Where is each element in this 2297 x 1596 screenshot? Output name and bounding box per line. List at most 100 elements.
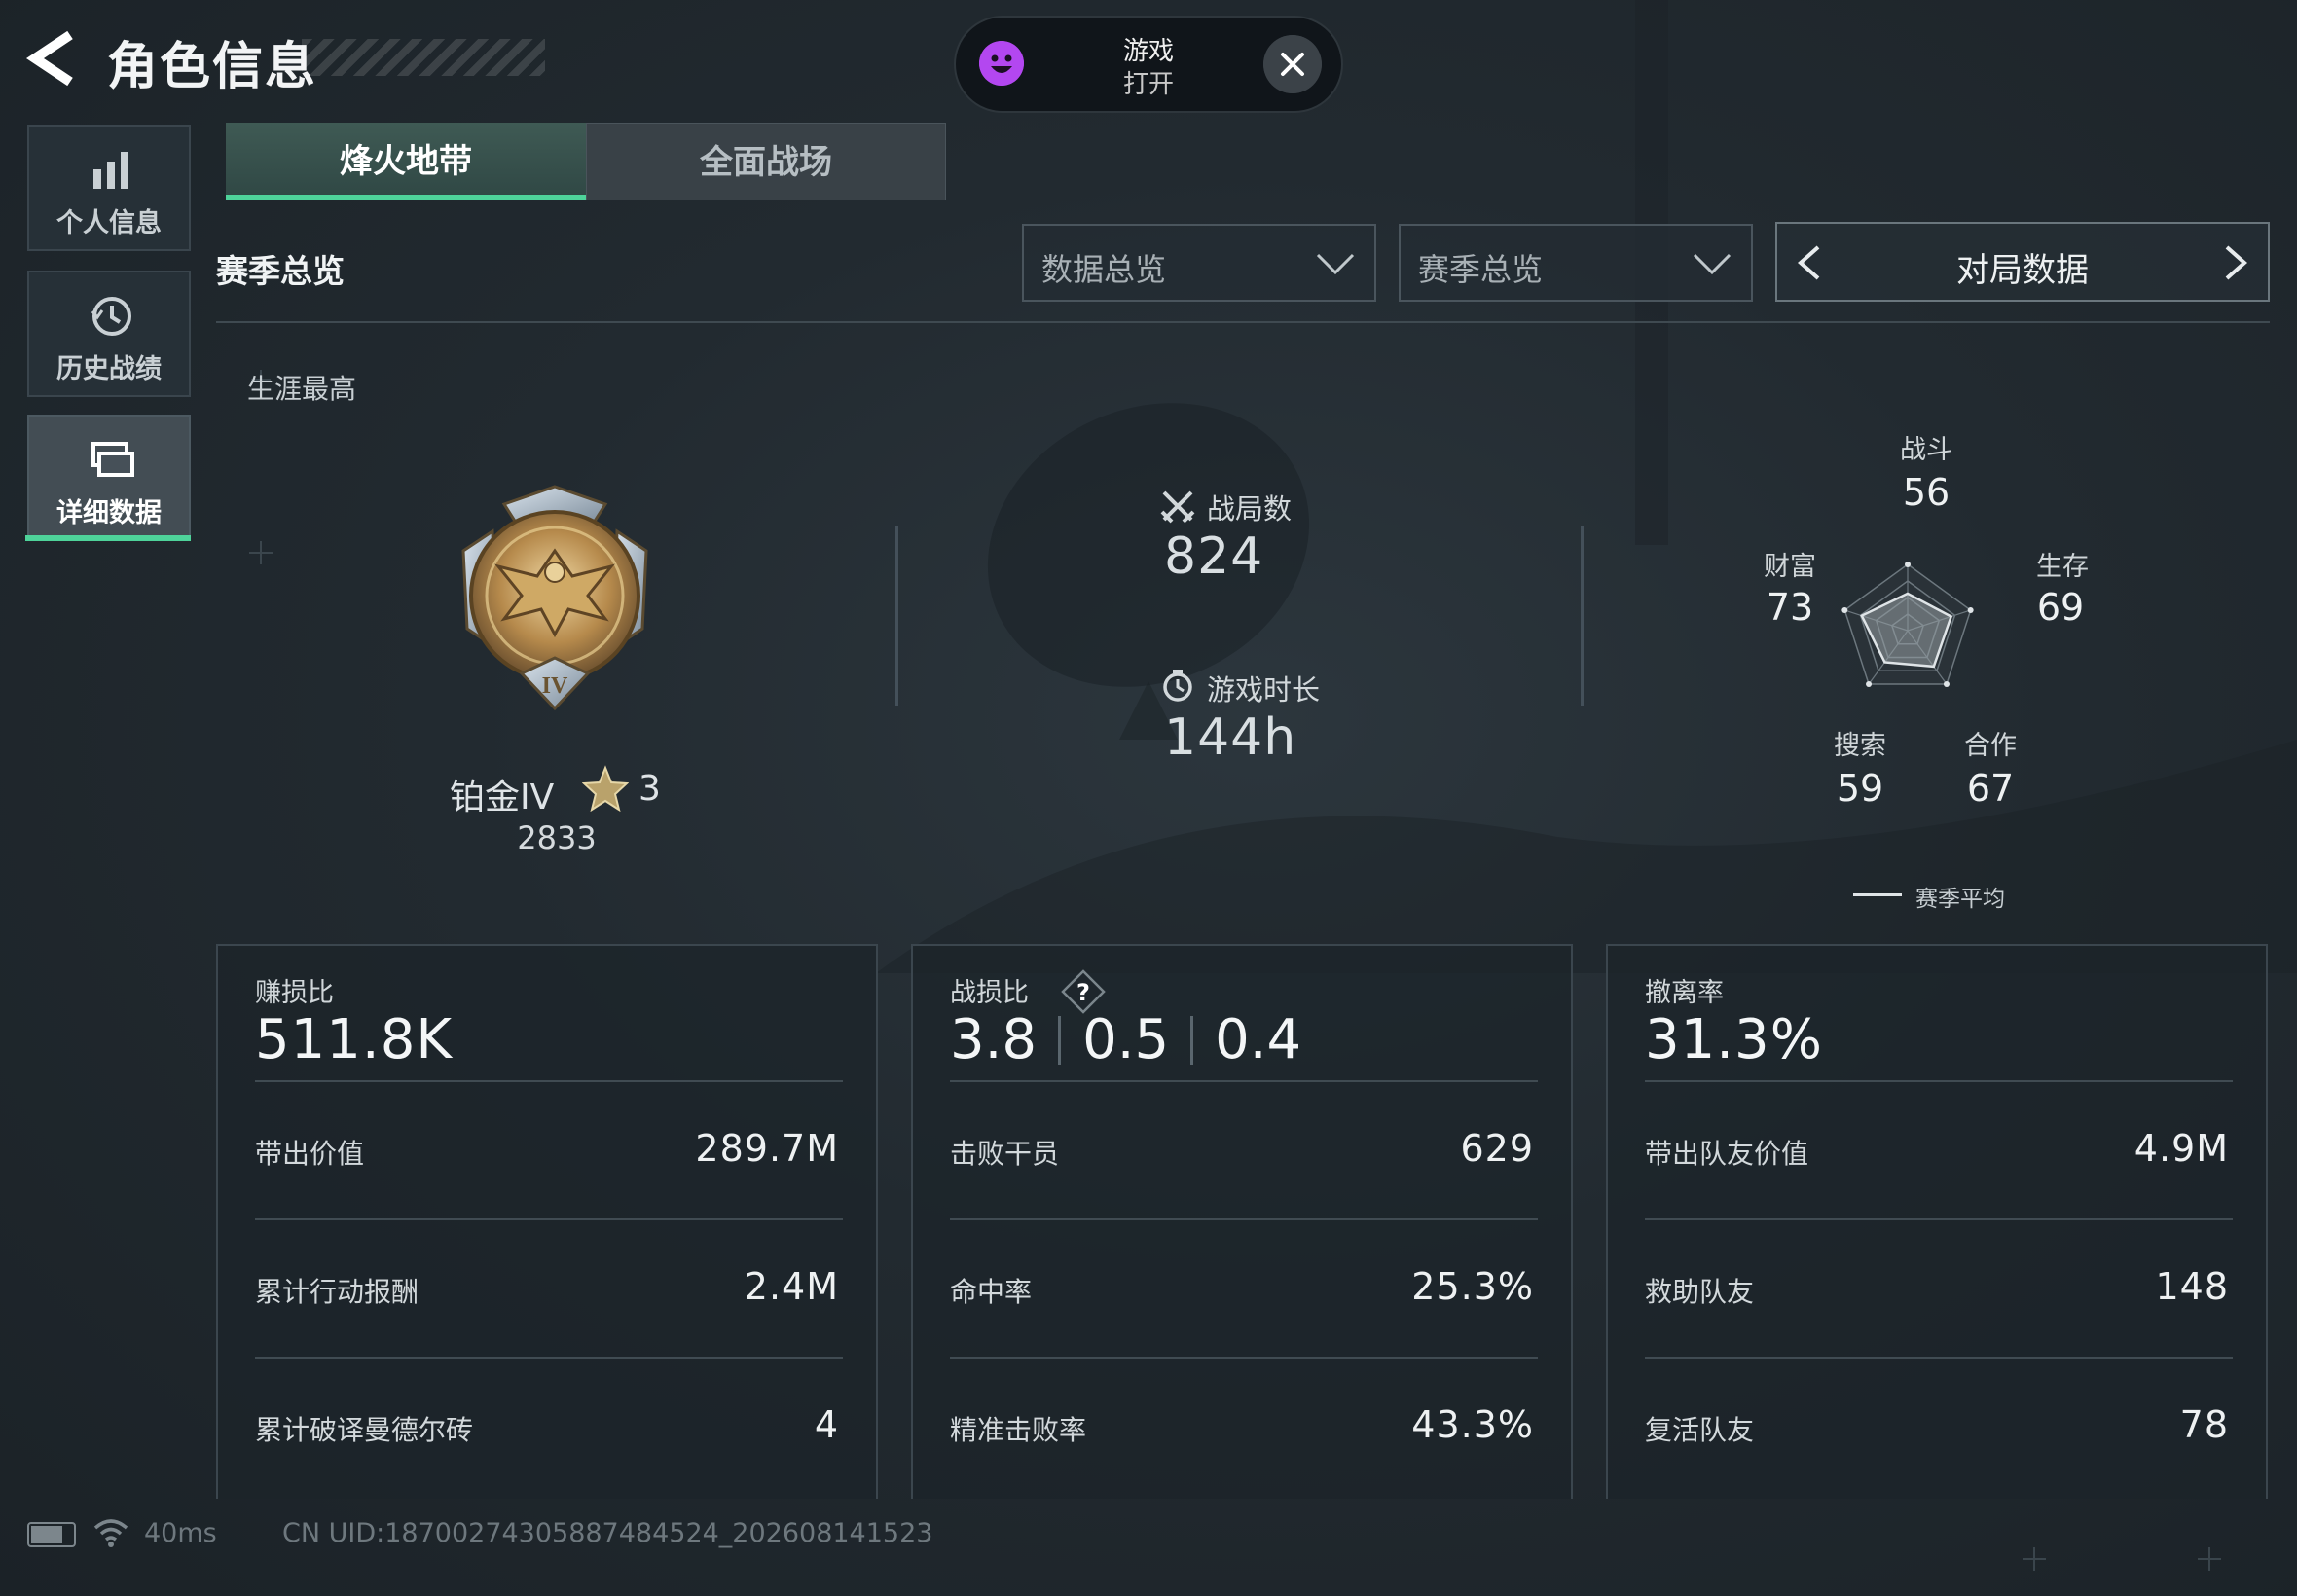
bar-chart-icon (93, 152, 128, 189)
sidebar-item-personal-info[interactable]: 个人信息 (27, 125, 191, 251)
radar-label-search: 搜索 (1834, 731, 1886, 761)
svg-text:?: ? (1076, 979, 1090, 1006)
card-head-label: 撤离率 (1645, 978, 1724, 1008)
stopwatch-icon (1163, 670, 1192, 702)
tab-fenghuo[interactable]: 烽火地带 (226, 123, 586, 200)
playtime-label: 游戏时长 (1207, 673, 1321, 707)
battery-level (31, 1526, 62, 1543)
chevron-right-icon[interactable] (2223, 243, 2250, 282)
data-overview-dropdown[interactable]: 数据总览 (1022, 224, 1376, 302)
divider (950, 1357, 1538, 1359)
row-label: 精准击败率 (950, 1414, 1087, 1446)
divider (1581, 526, 1584, 706)
wifi-icon (93, 1519, 128, 1547)
ping-readout: 40ms (144, 1518, 217, 1548)
row-label: 带出价值 (255, 1138, 365, 1170)
sidebar-item-label: 历史战绩 (56, 354, 162, 384)
radar-axis-point (1967, 606, 1974, 613)
user-uid: CN UID:18700274305887484524_202608141523 (282, 1518, 933, 1548)
dropdown-value: 数据总览 (1041, 251, 1167, 288)
history-clock-icon (91, 297, 131, 336)
row-label: 复活队友 (1645, 1414, 1755, 1446)
star-icon (582, 765, 629, 812)
divider (1190, 1015, 1194, 1065)
row-value: 4 (814, 1403, 839, 1446)
row-label: 命中率 (950, 1276, 1033, 1308)
divider (216, 321, 2270, 323)
pill-title: 游戏 (1122, 37, 1174, 66)
tab-quanmian[interactable]: 全面战场 (586, 123, 946, 200)
card-head-value: 511.8K (255, 1008, 454, 1071)
rank-medal-icon[interactable]: IV (440, 483, 670, 712)
season-dropdown[interactable]: 赛季总览 (1399, 224, 1753, 302)
row-label: 带出队友价值 (1645, 1138, 1809, 1170)
row-value: 2.4M (744, 1265, 839, 1308)
card-head-value: 31.3% (1645, 1008, 1823, 1071)
pill-subtitle[interactable]: 打开 (1071, 64, 1226, 100)
matches-value: 824 (1164, 527, 1264, 586)
row-label: 累计行动报酬 (255, 1276, 419, 1308)
divider (1645, 1357, 2233, 1359)
ratio-value: 0.5 (1082, 1008, 1170, 1071)
radar-value-cooperation: 67 (1966, 767, 2015, 810)
radar-axis-point (1866, 681, 1873, 688)
radar-axis-point (1943, 681, 1950, 688)
row-value: 43.3% (1411, 1403, 1534, 1446)
matches-label: 战局数 (1207, 492, 1293, 526)
row-label: 击败干员 (950, 1138, 1060, 1170)
chevron-down-icon (1693, 253, 1732, 275)
dropdown-value: 赛季总览 (1418, 251, 1544, 288)
tab-active-indicator (226, 195, 586, 200)
extract-card: 撤离率 31.3% 带出队友价值 4.9M 救助队友 148 复活队友 78 (1606, 944, 2268, 1499)
close-icon[interactable] (1263, 35, 1322, 93)
radar-axis-point (1905, 562, 1911, 567)
rank-points: 2833 (517, 819, 597, 856)
legend-label: 赛季平均 (1915, 887, 2005, 912)
switcher-label: 对局数据 (1956, 251, 2089, 290)
rank-name: 铂金IV (450, 778, 555, 817)
match-data-switcher: 对局数据 (1775, 222, 2270, 302)
radar-value-search: 59 (1836, 767, 1884, 810)
playtime-value: 144h (1164, 708, 1297, 767)
divider (950, 1080, 1538, 1082)
row-value: 25.3% (1411, 1265, 1534, 1308)
sidebar-item-label: 详细数据 (56, 498, 162, 528)
sidebar-item-detail-data[interactable]: 详细数据 (27, 415, 191, 541)
divider (255, 1080, 843, 1082)
divider (255, 1357, 843, 1359)
legend-swatch (1853, 893, 1902, 896)
profit-card: 赚损比 511.8K 带出价值 289.7M 累计行动报酬 2.4M 累计破译曼… (216, 944, 878, 1499)
radar-label-survival: 生存 (2036, 552, 2089, 582)
crossed-swords-icon (1160, 490, 1195, 524)
ratio-value: 3.8 (950, 1008, 1038, 1071)
row-value: 4.9M (2133, 1127, 2229, 1170)
radar-label-combat: 战斗 (1900, 435, 1952, 465)
title-decoration (302, 39, 545, 76)
radar-axis-point (1841, 606, 1848, 613)
page-title: 角色信息 (107, 38, 318, 96)
radar-value-wealth: 73 (1766, 586, 1814, 629)
chevron-down-icon (1316, 253, 1355, 275)
sidebar-item-history[interactable]: 历史战绩 (27, 271, 191, 397)
divider (255, 1218, 843, 1220)
row-value: 78 (2179, 1403, 2229, 1446)
section-title: 赛季总览 (216, 252, 345, 290)
back-arrow-icon[interactable] (25, 29, 80, 88)
divider (895, 526, 898, 706)
combat-card: 战损比 ? 3.8 0.5 0.4 击败干员 629 命中率 25.3% 精准击… (911, 944, 1573, 1499)
card-head-label: 赚损比 (255, 978, 334, 1008)
sidebar-active-indicator (25, 535, 191, 541)
combat-ratio-values: 3.8 0.5 0.4 (950, 1008, 1301, 1071)
row-label: 救助队友 (1645, 1276, 1755, 1308)
radar-label-cooperation: 合作 (1964, 731, 2017, 761)
data-cards-icon (91, 442, 134, 477)
row-label: 累计破译曼德尔砖 (255, 1414, 474, 1446)
radar-value-survival: 69 (2036, 586, 2085, 629)
ratio-value: 0.4 (1215, 1008, 1302, 1071)
card-head-label: 战损比 (950, 978, 1029, 1008)
divider (950, 1218, 1538, 1220)
row-value: 289.7M (695, 1127, 839, 1170)
medal-numeral: IV (542, 673, 568, 699)
sidebar-item-label: 个人信息 (56, 208, 162, 238)
rank-stars: 3 (638, 769, 661, 809)
